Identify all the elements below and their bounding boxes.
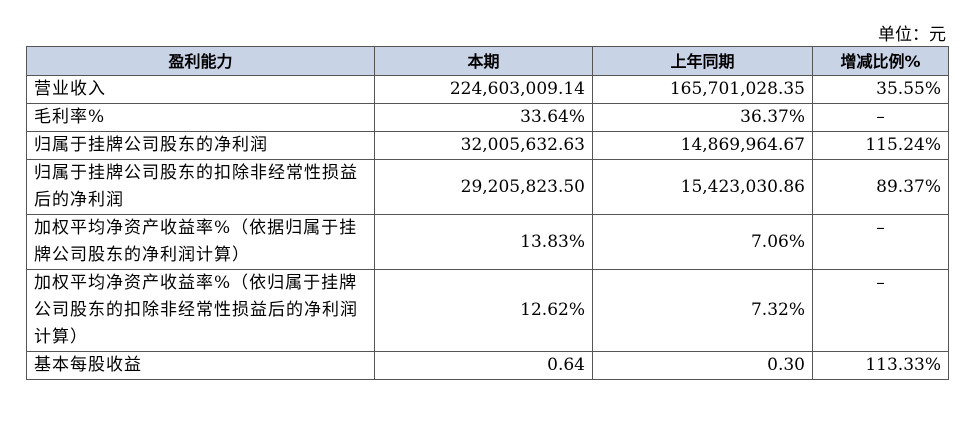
current-value: 0.64	[374, 351, 593, 380]
current-value: 224,603,009.14	[374, 75, 593, 104]
previous-value: 165,701,028.35	[592, 75, 813, 104]
previous-value: 0.30	[592, 351, 813, 380]
change-value: 35.55%	[812, 75, 949, 104]
change-value: 115.24%	[812, 131, 949, 160]
unit-label: 单位：元	[878, 25, 946, 45]
header-change-ratio: 增减比例%	[812, 46, 949, 76]
previous-value: 36.37%	[592, 103, 813, 132]
table-row: 毛利率% 33.64% 36.37% –	[26, 103, 949, 132]
table-header-row: 盈利能力 本期 上年同期 增减比例%	[26, 46, 949, 76]
previous-value: 14,869,964.67	[592, 131, 813, 160]
current-value: 33.64%	[374, 103, 593, 132]
row-label: 归属于挂牌公司股东的扣除非经常性损益后的净利润	[26, 159, 375, 215]
table-row: 营业收入 224,603,009.14 165,701,028.35 35.55…	[26, 75, 949, 104]
row-label: 毛利率%	[26, 103, 375, 132]
table-row: 归属于挂牌公司股东的扣除非经常性损益后的净利润 29,205,823.50 15…	[26, 159, 949, 215]
table-row: 基本每股收益 0.64 0.30 113.33%	[26, 351, 949, 380]
change-value: –	[812, 103, 949, 132]
current-value: 29,205,823.50	[374, 159, 593, 215]
row-label: 加权平均净资产收益率%（依据归属于挂牌公司股东的净利润计算）	[26, 214, 375, 270]
header-previous-period: 上年同期	[592, 46, 813, 76]
current-value: 12.62%	[374, 269, 593, 352]
change-value: –	[812, 214, 949, 270]
row-label: 营业收入	[26, 75, 375, 104]
previous-value: 7.32%	[592, 269, 813, 352]
table-row: 加权平均净资产收益率%（依归属于挂牌公司股东的扣除非经常性损益后的净利润计算） …	[26, 269, 949, 352]
change-value: 89.37%	[812, 159, 949, 215]
row-label: 归属于挂牌公司股东的净利润	[26, 131, 375, 160]
change-value: 113.33%	[812, 351, 949, 380]
previous-value: 15,423,030.86	[592, 159, 813, 215]
header-profitability: 盈利能力	[26, 46, 375, 76]
header-current-period: 本期	[374, 46, 593, 76]
profitability-table: 盈利能力 本期 上年同期 增减比例% 营业收入 224,603,009.14 1…	[26, 46, 949, 380]
current-value: 32,005,632.63	[374, 131, 593, 160]
row-label: 基本每股收益	[26, 351, 375, 380]
change-value: –	[812, 269, 949, 352]
previous-value: 7.06%	[592, 214, 813, 270]
table-row: 加权平均净资产收益率%（依据归属于挂牌公司股东的净利润计算） 13.83% 7.…	[26, 214, 949, 270]
current-value: 13.83%	[374, 214, 593, 270]
row-label: 加权平均净资产收益率%（依归属于挂牌公司股东的扣除非经常性损益后的净利润计算）	[26, 269, 375, 352]
table-row: 归属于挂牌公司股东的净利润 32,005,632.63 14,869,964.6…	[26, 131, 949, 160]
